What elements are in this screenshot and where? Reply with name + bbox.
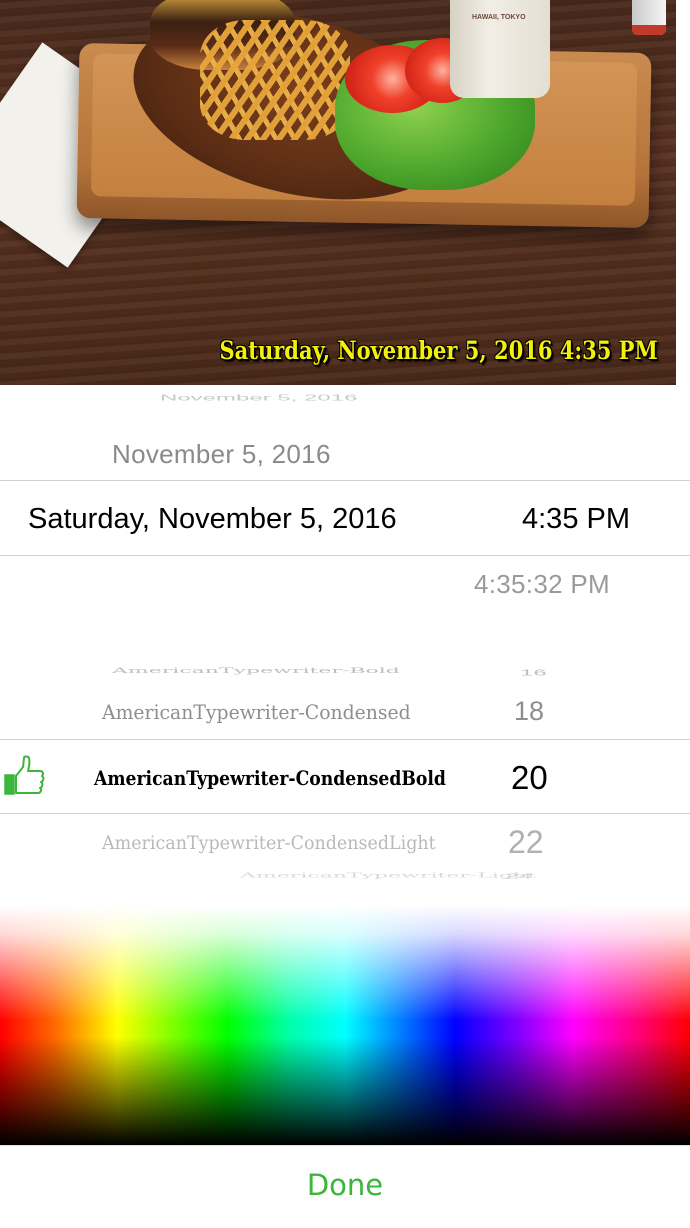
font-option-faded[interactable]: AmericanTypewriter-Light xyxy=(240,872,536,880)
size-option[interactable]: 18 xyxy=(514,696,544,727)
time-option[interactable]: 4:35:32 PM xyxy=(474,569,610,600)
color-spectrum-picker[interactable] xyxy=(0,905,690,1145)
font-option[interactable]: AmericanTypewriter-Condensed xyxy=(102,700,411,724)
selection-divider-top xyxy=(0,739,690,740)
font-size-picker[interactable]: AmericanTypewriter-Bold 16 AmericanTypew… xyxy=(0,640,690,895)
font-option[interactable]: AmericanTypewriter-CondensedLight xyxy=(102,832,436,854)
selected-date[interactable]: Saturday, November 5, 2016 xyxy=(28,503,397,536)
french-fries xyxy=(200,20,350,140)
condiment-bottle xyxy=(632,0,666,35)
thumbs-up-icon[interactable] xyxy=(2,754,46,798)
cup-label: HAWAII, TOKYO xyxy=(472,14,526,21)
photo-preview: HAWAII, TOKYO Saturday, November 5, 2016… xyxy=(0,0,676,385)
date-option[interactable]: November 5, 2016 xyxy=(112,439,331,470)
done-button[interactable]: Done xyxy=(0,1168,690,1202)
selected-size[interactable]: 20 xyxy=(511,759,548,797)
size-option-faded[interactable]: 16 xyxy=(520,668,547,678)
date-time-picker[interactable]: November 5, 2016 November 5, 2016 Saturd… xyxy=(0,385,690,635)
selection-divider-top xyxy=(0,480,690,481)
photo-date-stamp: Saturday, November 5, 2016 4:35 PM xyxy=(219,336,658,365)
size-option[interactable]: 22 xyxy=(508,824,544,861)
size-option-faded[interactable]: 24 xyxy=(505,872,532,880)
date-option-faded[interactable]: November 5, 2016 xyxy=(160,393,357,403)
bottom-toolbar: Done xyxy=(0,1145,690,1228)
selected-font[interactable]: AmericanTypewriter-CondensedBold xyxy=(94,766,446,790)
selection-divider-bottom xyxy=(0,813,690,814)
font-option-faded[interactable]: AmericanTypewriter-Bold xyxy=(112,666,400,675)
selected-time[interactable]: 4:35 PM xyxy=(522,503,630,536)
selection-divider-bottom xyxy=(0,555,690,556)
